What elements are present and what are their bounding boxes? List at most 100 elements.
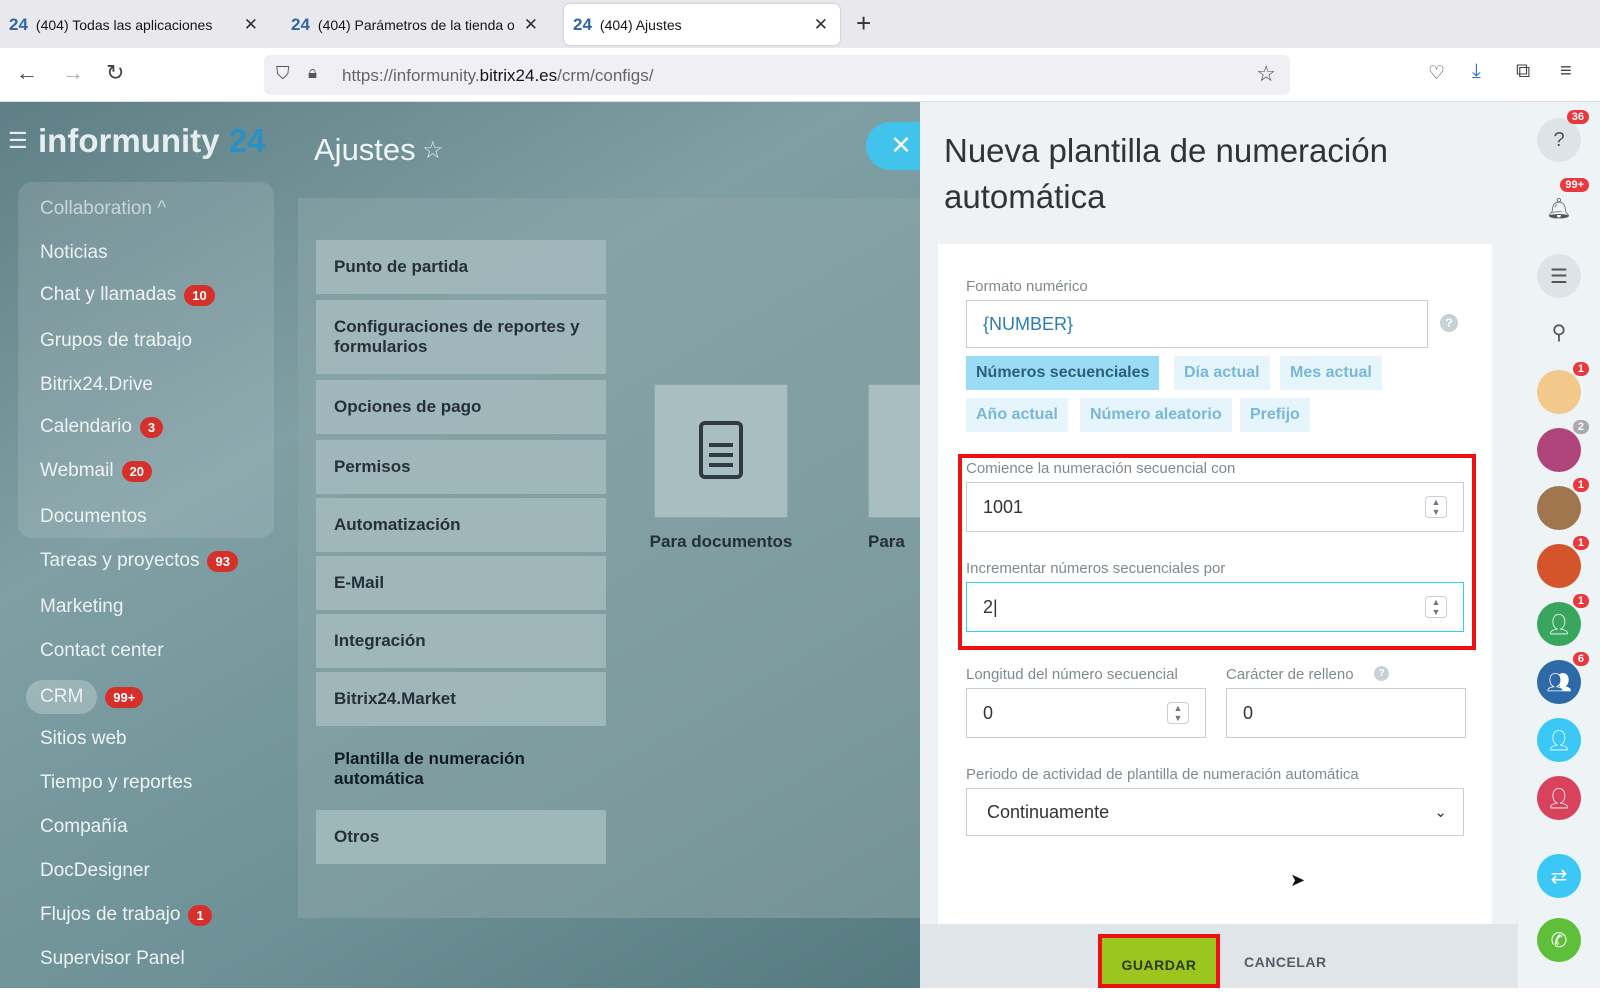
menu-item-docdesigner[interactable]: DocDesigner — [40, 860, 150, 882]
counter-badge: 3 — [139, 416, 164, 438]
settings-nav-item[interactable]: Opciones de pago — [316, 380, 606, 434]
help-icon[interactable]: ? — [1374, 666, 1389, 681]
counter-badge: 93 — [207, 550, 238, 572]
slider-title: Nueva plantilla de numeración automática — [944, 132, 1388, 215]
menu-item-crm[interactable]: CRM 99+ — [26, 680, 144, 714]
settings-panel: Punto de partida Configuraciones de repo… — [298, 198, 938, 918]
counter-badge: 36 — [1566, 110, 1589, 124]
settings-nav-item-selected[interactable]: Plantilla de numeración automática — [316, 732, 606, 806]
download-icon[interactable]: ⤓ — [1472, 60, 1481, 83]
browser-tab[interactable]: 24 (404) Parámetros de la tienda o ✕ — [282, 4, 550, 45]
settings-nav-item[interactable]: Configuraciones de reportes y formulario… — [316, 300, 606, 374]
help-icon[interactable]: ? 36 — [1537, 110, 1589, 162]
spinner-icon[interactable]: ▲ ▼ — [1167, 702, 1189, 724]
cancel-button[interactable]: CANCELAR — [1244, 954, 1327, 970]
transfer-icon[interactable]: ⇄ — [1537, 854, 1581, 898]
address-bar[interactable]: ⛉ 🔒︎ https://informunity.bitrix24.es/crm… — [264, 55, 1290, 95]
avatar[interactable]: 1 — [1537, 362, 1589, 414]
browser-tab-bar: 24 (404) Todas las aplicaciones ✕ 24 (40… — [0, 0, 1600, 48]
user-clock-icon[interactable]: 👤︎ — [1537, 718, 1581, 762]
menu-item-noticias[interactable]: Noticias — [40, 242, 108, 264]
period-select[interactable]: Continuamente ⌄ — [966, 788, 1464, 836]
chip-month[interactable]: Mes actual — [1280, 356, 1382, 390]
bitrix-favicon-icon: 24 — [291, 14, 310, 34]
menu-item-tiempo[interactable]: Tiempo y reportes — [40, 772, 192, 794]
browser-tab-active[interactable]: 24 (404) Ajustes ✕ — [564, 4, 840, 45]
menu-item-calendario[interactable]: Calendario 3 — [40, 416, 164, 438]
close-icon[interactable]: ✕ — [814, 15, 828, 35]
app-logo[interactable]: informunity 24 — [38, 122, 265, 160]
tab-title: (404) Todas las aplicaciones — [35, 16, 213, 33]
menu-item-sitios[interactable]: Sitios web — [40, 728, 127, 750]
menu-item-grupos[interactable]: Grupos de trabajo — [40, 330, 192, 352]
format-input[interactable]: {NUMBER} — [966, 300, 1428, 348]
right-toolbar: ? 36 🔔︎ 99+ ☰ ⚲ 1 2 1 1 👤︎ 1 👥︎ 6 👤︎ 👤︎ ⇄ ✆ — [1518, 102, 1600, 988]
lock-icon: 🔒︎ — [308, 63, 318, 82]
counter-badge: 99+ — [105, 686, 144, 708]
new-tab-plus-icon[interactable]: + — [856, 8, 871, 39]
documents-card[interactable] — [654, 384, 788, 518]
chat-icon[interactable]: ☰ — [1537, 254, 1581, 298]
chip-prefix[interactable]: Prefijo — [1240, 398, 1310, 432]
chip-sequential[interactable]: Números secuenciales — [966, 356, 1160, 390]
settings-nav-item[interactable]: Automatización — [316, 498, 606, 552]
card-label: Para documentos — [649, 532, 793, 551]
settings-nav-item[interactable]: Punto de partida — [316, 240, 606, 294]
settings-nav-item[interactable]: Permisos — [316, 440, 606, 494]
bookmark-star-icon[interactable]: ☆ — [1256, 61, 1276, 87]
chip-random[interactable]: Número aleatorio — [1080, 398, 1232, 432]
fill-label: Carácter de relleno — [1226, 666, 1354, 683]
phone-icon[interactable]: ✆ — [1537, 918, 1581, 962]
counter-badge: 10 — [184, 284, 215, 306]
shield-icon: ⛉ — [276, 63, 290, 83]
reload-icon[interactable]: ↻ — [106, 60, 124, 86]
counter-badge: 1 — [188, 904, 212, 926]
menu-item-contact-center[interactable]: Contact center — [40, 640, 164, 662]
chip-day[interactable]: Día actual — [1174, 356, 1270, 390]
menu-item-drive[interactable]: Bitrix24.Drive — [40, 374, 153, 396]
menu-item-compania[interactable]: Compañía — [40, 816, 128, 838]
menu-item-chat[interactable]: Chat y llamadas 10 — [40, 284, 215, 306]
menu-item-documentos[interactable]: Documentos — [40, 506, 147, 528]
chip-year[interactable]: Año actual — [966, 398, 1068, 432]
close-icon[interactable]: ✕ — [244, 15, 258, 35]
card-label: Para — [868, 532, 905, 551]
period-label: Periodo de actividad de plantilla de num… — [966, 766, 1359, 783]
card-partial[interactable] — [868, 384, 928, 518]
close-icon[interactable]: ✕ — [524, 15, 538, 35]
user-icon[interactable]: 👤︎ — [1537, 776, 1581, 820]
help-icon[interactable]: ? — [1440, 314, 1458, 332]
tab-title: (404) Ajustes — [599, 16, 682, 33]
extensions-icon[interactable]: ⧉ — [1516, 60, 1530, 83]
group-icon[interactable]: 👥︎ 6 — [1537, 652, 1589, 704]
counter-badge: 99+ — [1560, 178, 1589, 192]
favorite-star-icon[interactable]: ☆ — [422, 136, 444, 165]
avatar[interactable]: 1 — [1537, 536, 1589, 588]
collaboration-header[interactable]: Collaboration ^ — [40, 198, 166, 220]
settings-nav-item[interactable]: Otros — [316, 810, 606, 864]
forward-arrow-icon[interactable]: → — [62, 60, 84, 86]
avatar[interactable]: 1 — [1537, 478, 1589, 530]
pocket-icon[interactable]: ♡ — [1428, 62, 1445, 85]
menu-item-supervisor[interactable]: Supervisor Panel — [40, 948, 185, 970]
settings-nav-item[interactable]: Integración — [316, 614, 606, 668]
settings-nav-item[interactable]: Bitrix24.Market — [316, 672, 606, 726]
menu-item-marketing[interactable]: Marketing — [40, 596, 123, 618]
length-input[interactable]: 0 ▲ ▼ — [966, 688, 1206, 738]
menu-hamburger-icon[interactable]: ☰ — [8, 128, 28, 154]
browser-tab[interactable]: 24 (404) Todas las aplicaciones ✕ — [0, 4, 270, 45]
avatar[interactable]: 2 — [1537, 420, 1589, 472]
user-icon[interactable]: 👤︎ 1 — [1537, 594, 1589, 646]
settings-nav-item[interactable]: E-Mail — [316, 556, 606, 610]
format-label: Formato numérico — [966, 278, 1088, 295]
menu-item-webmail[interactable]: Webmail 20 — [40, 460, 153, 482]
bell-icon[interactable]: 🔔︎ 99+ — [1537, 178, 1589, 230]
save-button[interactable]: GUARDAR — [1098, 934, 1220, 988]
menu-hamburger-icon[interactable]: ≡ — [1560, 60, 1572, 83]
menu-item-tareas[interactable]: Tareas y proyectos 93 — [40, 550, 238, 572]
browser-nav-bar: ← → ↻ ⛉ 🔒︎ https://informunity.bitrix24.… — [0, 48, 1600, 102]
menu-item-flujos[interactable]: Flujos de trabajo 1 — [40, 904, 212, 926]
fill-input[interactable]: 0 — [1226, 688, 1466, 738]
search-icon[interactable]: ⚲ — [1537, 310, 1581, 354]
back-arrow-icon[interactable]: ← — [16, 60, 38, 86]
